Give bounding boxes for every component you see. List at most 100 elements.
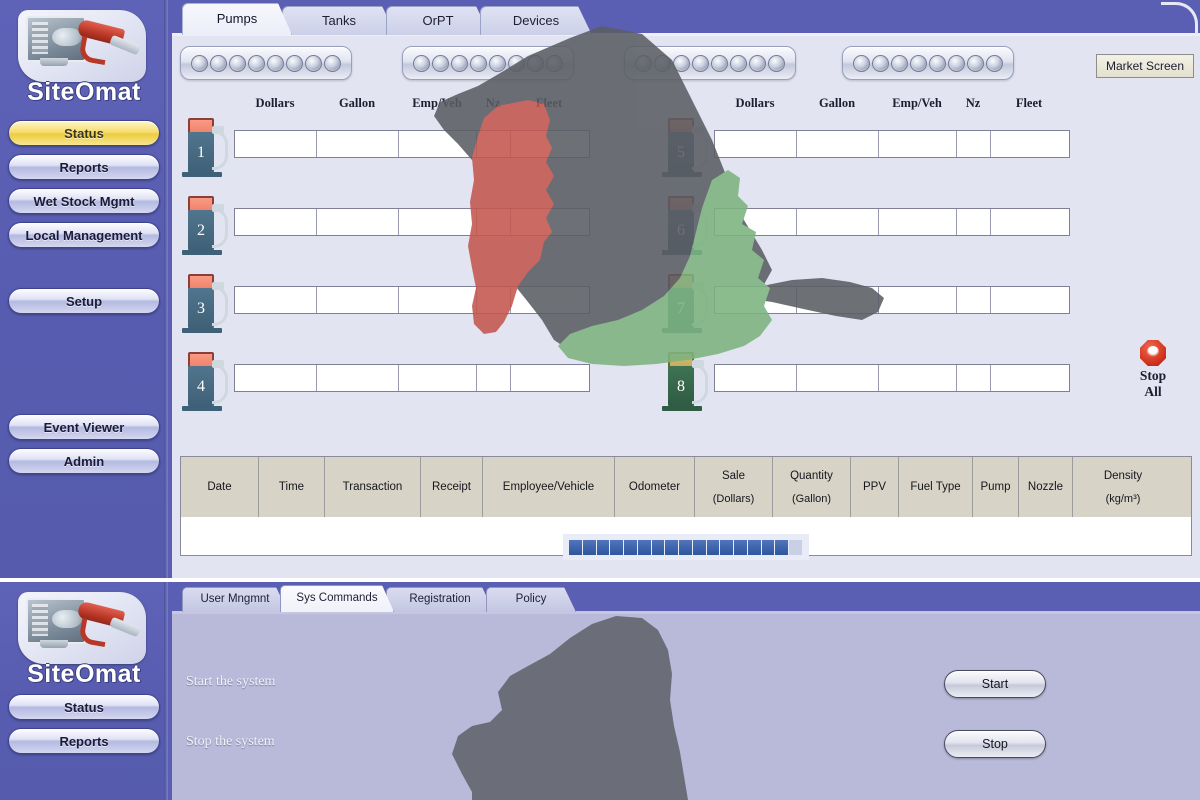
table-header-odometer[interactable]: Odometer: [615, 457, 695, 517]
progress-segment: [734, 539, 747, 555]
pump-7-field-emp-veh[interactable]: [879, 287, 957, 313]
table-header-sub: (Gallon): [791, 492, 832, 505]
market-screen-button[interactable]: Market Screen: [1095, 54, 1194, 78]
fuel-pump-icon-2[interactable]: 2: [182, 196, 228, 258]
bottom-tab-policy[interactable]: Policy: [486, 587, 576, 612]
sidebar-item-local-management[interactable]: Local Management: [8, 222, 160, 248]
fuel-pump-icon-4[interactable]: 4: [182, 352, 228, 414]
pump-3-field-fleet[interactable]: [511, 287, 589, 313]
pump-4-field-nz[interactable]: [477, 365, 511, 391]
table-header-quantity[interactable]: Quantity (Gallon): [773, 457, 851, 517]
table-header-fuel-type[interactable]: Fuel Type: [899, 457, 973, 517]
indicator-group-1[interactable]: [180, 46, 352, 80]
pump-5-field-fleet[interactable]: [991, 131, 1069, 157]
pump-3-field-dollars[interactable]: [235, 287, 317, 313]
pump-8-field-dollars[interactable]: [715, 365, 797, 391]
bottom-tab-registration[interactable]: Registration: [386, 587, 494, 612]
table-header-date[interactable]: Date: [181, 457, 259, 517]
pump-7-field-fleet[interactable]: [991, 287, 1069, 313]
indicator-group-3[interactable]: [624, 46, 796, 80]
pump-7-field-dollars[interactable]: [715, 287, 797, 313]
fuel-pump-icon-8[interactable]: 8: [662, 352, 708, 414]
table-header-employee-vehicle[interactable]: Employee/Vehicle: [483, 457, 615, 517]
pump-nozzle-icon: [692, 204, 704, 212]
tab-devices[interactable]: Devices: [480, 6, 592, 35]
tab-pumps[interactable]: Pumps: [182, 3, 292, 35]
fuel-pump-icon-3[interactable]: 3: [182, 274, 228, 336]
pump-5-field-dollars[interactable]: [715, 131, 797, 157]
fuel-pump-icon-6[interactable]: 6: [662, 196, 708, 258]
pump-2-field-dollars[interactable]: [235, 209, 317, 235]
start-system-button[interactable]: Start: [944, 670, 1046, 698]
indicator-group-4[interactable]: [842, 46, 1014, 80]
indicator-group-2[interactable]: [402, 46, 574, 80]
pump-1-field-nz[interactable]: [477, 131, 511, 157]
sidebar-item-setup[interactable]: Setup: [8, 288, 160, 314]
pump-4-field-dollars[interactable]: [235, 365, 317, 391]
pump-4-field-gallon[interactable]: [317, 365, 399, 391]
pump-1-field-gallon[interactable]: [317, 131, 399, 157]
pump-4-field-fleet[interactable]: [511, 365, 589, 391]
table-header-transaction[interactable]: Transaction: [325, 457, 421, 517]
pump-8-field-nz[interactable]: [957, 365, 991, 391]
pump-6-field-nz[interactable]: [957, 209, 991, 235]
table-header-main: Time: [278, 481, 305, 493]
table-header-pump[interactable]: Pump: [973, 457, 1019, 517]
pump-3-field-emp-veh[interactable]: [399, 287, 477, 313]
sidebar-item-admin[interactable]: Admin: [8, 448, 160, 474]
table-header-main: Transaction: [342, 481, 403, 493]
pump-5-field-emp-veh[interactable]: [879, 131, 957, 157]
pump-2-field-nz[interactable]: [477, 209, 511, 235]
table-header-sale[interactable]: Sale (Dollars): [695, 457, 773, 517]
tab-orpt[interactable]: OrPT: [386, 6, 490, 35]
pump-3-field-gallon[interactable]: [317, 287, 399, 313]
pump-3-field-nz[interactable]: [477, 287, 511, 313]
progress-segment: [761, 539, 775, 555]
stop-all-button[interactable]: Stop All: [1122, 340, 1184, 400]
pump-base: [662, 406, 702, 411]
column-header-emp-veh: Emp/Veh: [892, 96, 942, 110]
status-dot-icon: [730, 54, 747, 72]
pump-1-field-fleet[interactable]: [511, 131, 589, 157]
command-label-start: Start the system: [186, 674, 276, 689]
sidebar-item-status[interactable]: Status: [8, 120, 160, 146]
pump-8-field-fleet[interactable]: [991, 365, 1069, 391]
table-header-nozzle[interactable]: Nozzle: [1019, 457, 1073, 517]
fuel-pump-icon-5[interactable]: 5: [662, 118, 708, 180]
pump-6-field-emp-veh[interactable]: [879, 209, 957, 235]
pump-1-field-emp-veh[interactable]: [399, 131, 477, 157]
bottom-tab-user-mngmnt[interactable]: User Mngmnt: [182, 587, 288, 612]
table-header-time[interactable]: Time: [259, 457, 325, 517]
status-dot-icon: [673, 54, 690, 72]
status-dot-icon: [527, 54, 544, 72]
fuel-pump-icon-7[interactable]: 7: [662, 274, 708, 336]
table-header-density[interactable]: Density (kg/m³): [1073, 457, 1173, 517]
pump-7-field-gallon[interactable]: [797, 287, 879, 313]
fuel-pump-icon-1[interactable]: 1: [182, 118, 228, 180]
pump-column-headers: Dollars Gallon Emp/Veh Nz Fleet: [714, 96, 1068, 114]
pump-1-field-dollars[interactable]: [235, 131, 317, 157]
sidebar-item-reports[interactable]: Reports: [8, 154, 160, 180]
pump-2-field-emp-veh[interactable]: [399, 209, 477, 235]
bottom-sidebar-item-reports[interactable]: Reports: [8, 728, 160, 754]
stop-system-button[interactable]: Stop: [944, 730, 1046, 758]
table-header-receipt[interactable]: Receipt: [421, 457, 483, 517]
pump-6-field-fleet[interactable]: [991, 209, 1069, 235]
tab-tanks[interactable]: Tanks: [282, 6, 396, 35]
sidebar-item-event-viewer[interactable]: Event Viewer: [8, 414, 160, 440]
pump-5-field-nz[interactable]: [957, 131, 991, 157]
pump-4-field-emp-veh[interactable]: [399, 365, 477, 391]
table-header-ppv[interactable]: PPV: [851, 457, 899, 517]
pump-number-label: 1: [197, 144, 205, 161]
bottom-sidebar-item-status[interactable]: Status: [8, 694, 160, 720]
pump-8-field-gallon[interactable]: [797, 365, 879, 391]
pump-6-field-gallon[interactable]: [797, 209, 879, 235]
bottom-tab-sys-commands[interactable]: Sys Commands: [280, 585, 394, 612]
pump-5-field-gallon[interactable]: [797, 131, 879, 157]
sidebar-item-wet-stock-mgmt[interactable]: Wet Stock Mgmt: [8, 188, 160, 214]
pump-8-field-emp-veh[interactable]: [879, 365, 957, 391]
pump-2-field-fleet[interactable]: [511, 209, 589, 235]
pump-2-field-gallon[interactable]: [317, 209, 399, 235]
pump-6-field-dollars[interactable]: [715, 209, 797, 235]
pump-7-field-nz[interactable]: [957, 287, 991, 313]
